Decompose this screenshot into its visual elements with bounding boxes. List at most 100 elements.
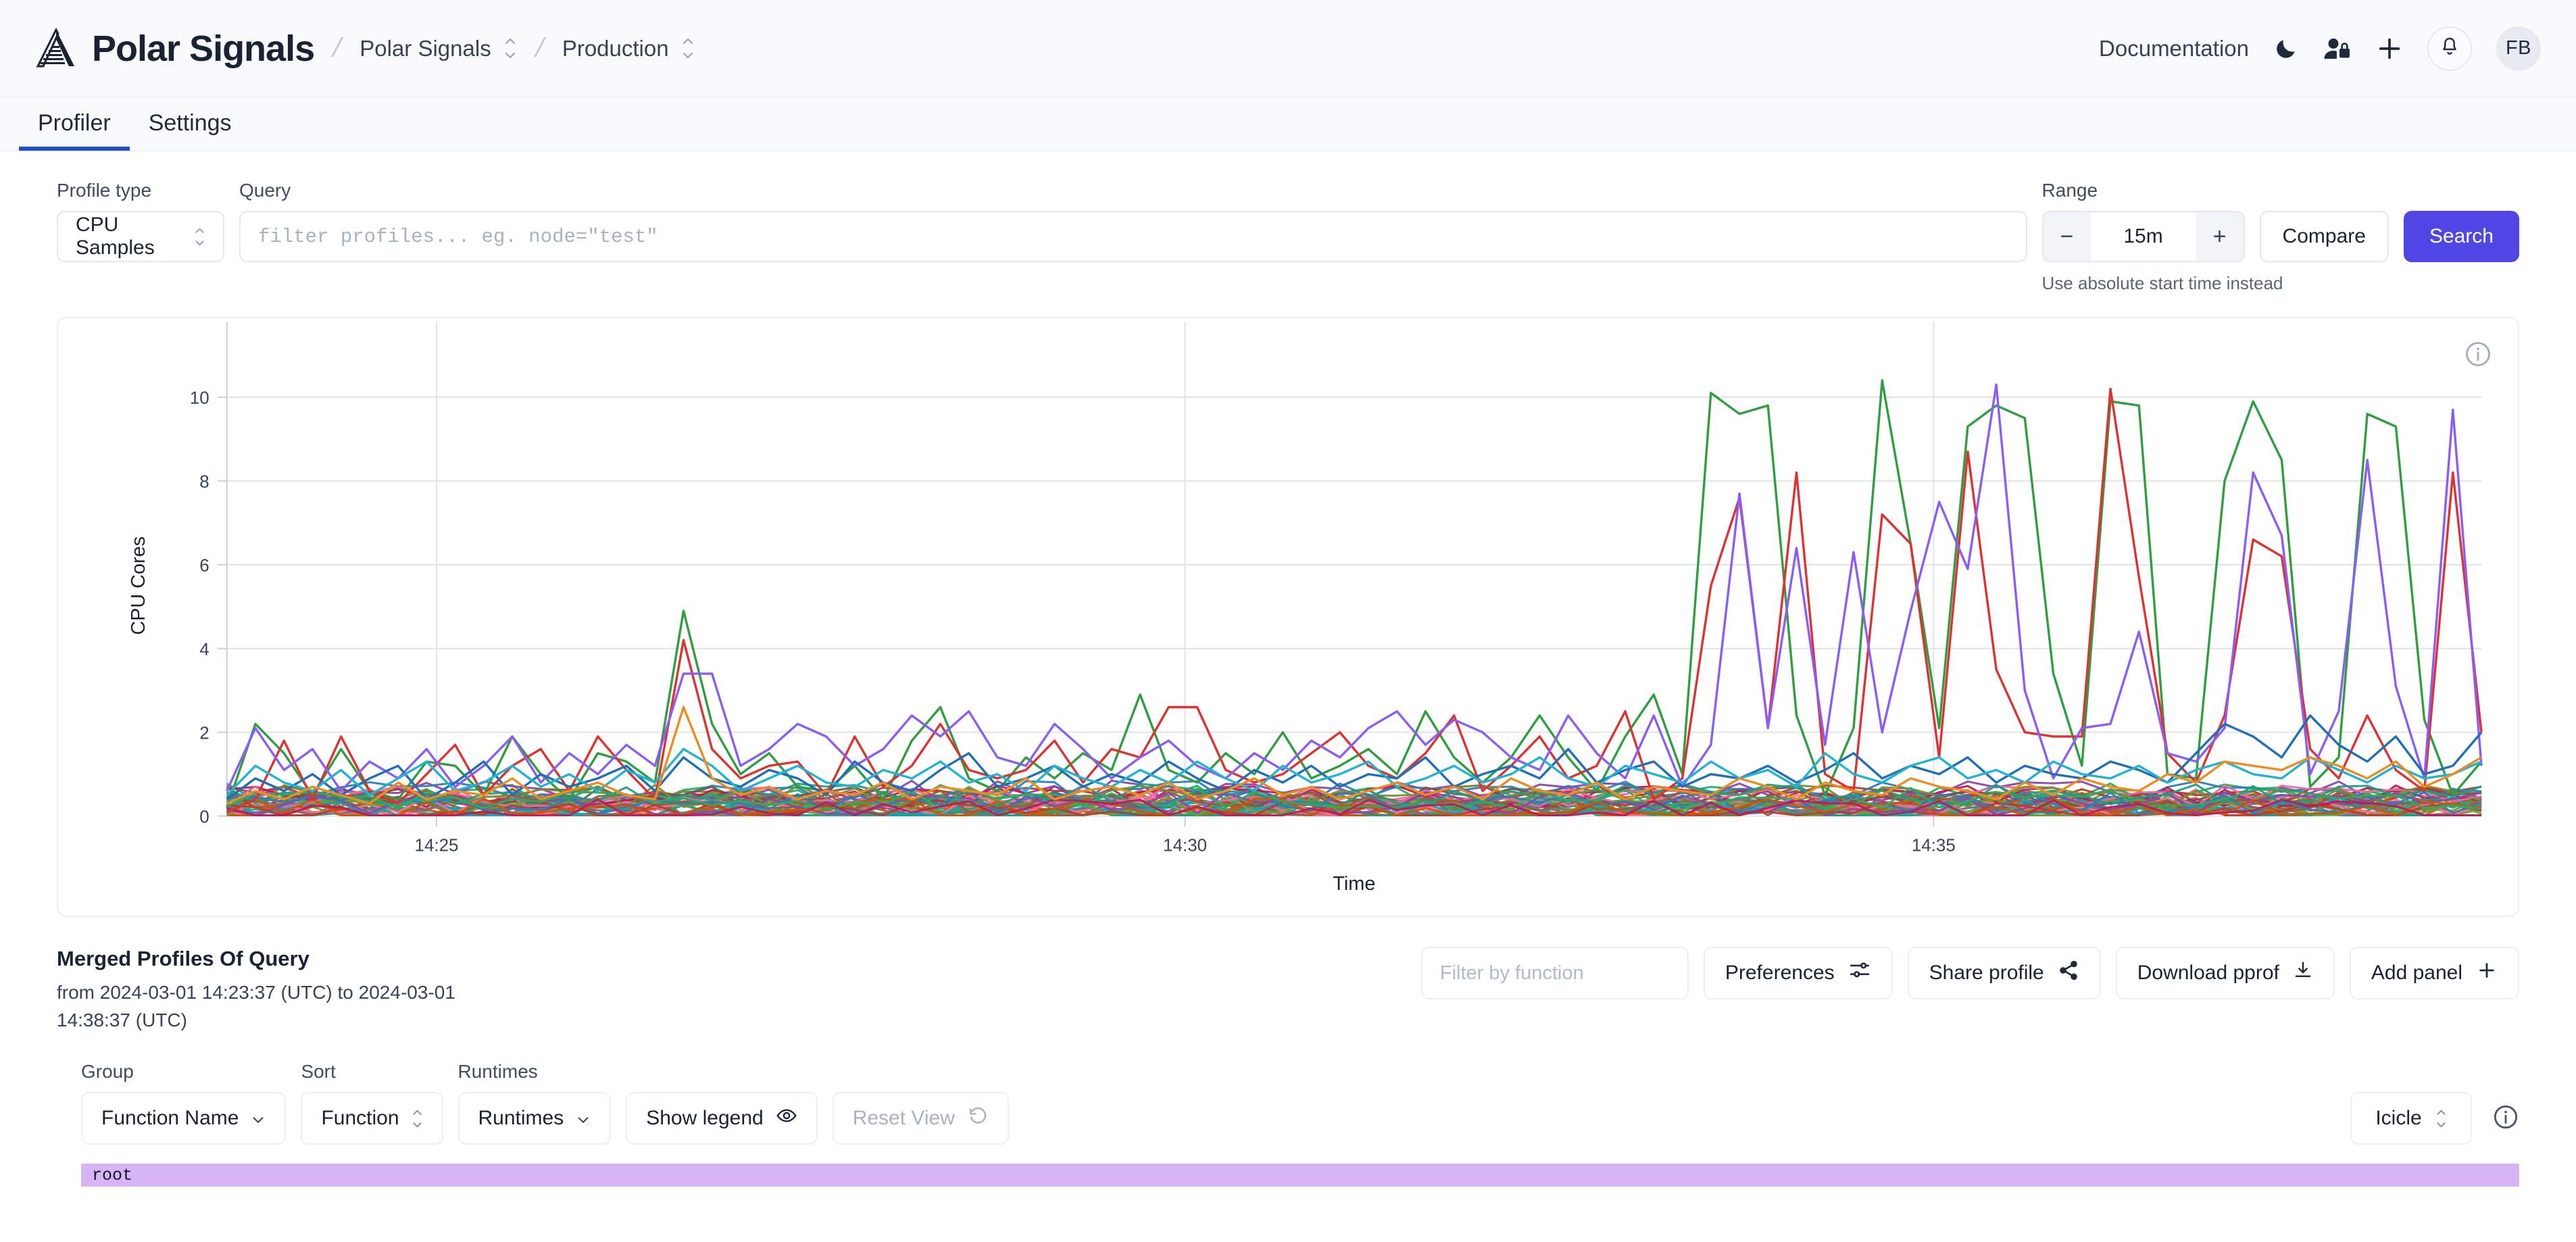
sort-select[interactable]: Function xyxy=(301,1092,443,1145)
breadcrumb-org-selector[interactable]: Polar Signals xyxy=(360,36,516,61)
chevron-updown-icon xyxy=(2435,1110,2447,1128)
tab-profiler[interactable]: Profiler xyxy=(19,111,130,151)
download-pprof-label: Download pprof xyxy=(2137,962,2279,985)
spacer-label xyxy=(626,1061,817,1083)
group-select[interactable]: Function Name xyxy=(81,1092,286,1145)
svg-text:CPU Cores: CPU Cores xyxy=(128,537,149,635)
filter-by-function-field[interactable] xyxy=(1421,947,1689,999)
breadcrumb-project-label: Production xyxy=(562,36,669,61)
view-mode-value: Icicle xyxy=(2375,1107,2421,1130)
spacer-label xyxy=(833,1061,1009,1083)
svg-text:2: 2 xyxy=(199,724,209,743)
header-actions: Documentation FB xyxy=(2099,26,2541,71)
cpu-cores-time-series-chart[interactable]: 024681014:2514:3014:35TimeCPU Cores xyxy=(58,318,2518,916)
chevron-down-icon xyxy=(576,1107,591,1130)
share-profile-label: Share profile xyxy=(1929,962,2044,985)
avatar[interactable]: FB xyxy=(2496,26,2541,71)
breadcrumb-org-label: Polar Signals xyxy=(360,36,491,61)
runtimes-select[interactable]: Runtimes xyxy=(458,1092,612,1145)
moon-icon[interactable] xyxy=(2273,36,2299,61)
sort-control: Sort Function xyxy=(301,1061,443,1145)
svg-text:8: 8 xyxy=(199,473,209,492)
profile-type-value: CPU Samples xyxy=(76,214,182,259)
preferences-button[interactable]: Preferences xyxy=(1704,947,1893,999)
add-panel-button[interactable]: Add panel xyxy=(2350,947,2519,999)
chevron-updown-icon xyxy=(681,38,695,59)
group-control: Group Function Name xyxy=(81,1061,286,1145)
filter-by-function-input[interactable] xyxy=(1422,962,1689,985)
reset-view-control: Reset View xyxy=(833,1061,1009,1145)
svg-text:10: 10 xyxy=(190,389,209,408)
tab-bar: Profiler Settings xyxy=(0,97,2576,151)
top-header: Polar Signals / Polar Signals / Producti… xyxy=(0,0,2576,97)
range-value[interactable]: 15m xyxy=(2091,212,2196,261)
reset-icon xyxy=(967,1105,989,1132)
query-label: Query xyxy=(239,180,2027,201)
view-mode-select[interactable]: Icicle xyxy=(2350,1092,2472,1145)
profile-type-label: Profile type xyxy=(57,180,224,201)
svg-text:14:35: 14:35 xyxy=(1912,836,1956,855)
sort-value: Function xyxy=(321,1107,399,1130)
svg-text:0: 0 xyxy=(199,808,209,827)
range-group: Range − 15m + Use absolute start time in… xyxy=(2042,180,2245,294)
range-stepper: − 15m + xyxy=(2042,211,2245,262)
query-input[interactable] xyxy=(239,211,2027,262)
brand[interactable]: Polar Signals xyxy=(35,28,314,70)
runtimes-value: Runtimes xyxy=(478,1107,564,1130)
show-legend-control: Show legend xyxy=(626,1061,817,1145)
sort-label: Sort xyxy=(301,1061,443,1083)
merged-profiles-title: Merged Profiles Of Query xyxy=(57,947,489,971)
range-decrease-button[interactable]: − xyxy=(2044,212,2091,261)
svg-text:Time: Time xyxy=(1333,873,1375,895)
polar-signals-logo-icon xyxy=(35,28,77,69)
breadcrumb-separator-1: / xyxy=(330,33,345,64)
chevron-down-icon xyxy=(251,1107,266,1130)
query-toolbar: Profile type CPU Samples Query Range − 1… xyxy=(0,151,2576,294)
reset-view-button[interactable]: Reset View xyxy=(833,1092,1009,1145)
spacer-label xyxy=(2260,180,2389,201)
metrics-chart-panel: 024681014:2514:3014:35TimeCPU Cores xyxy=(57,317,2519,917)
download-icon xyxy=(2293,960,2313,986)
spacer-label xyxy=(2404,180,2519,201)
breadcrumb-project-selector[interactable]: Production xyxy=(562,36,695,61)
merged-profiles-actions: Preferences Share profile Download pprof xyxy=(1421,947,2519,999)
view-mode-info-icon[interactable] xyxy=(2492,1103,2519,1134)
profile-type-group: Profile type CPU Samples xyxy=(57,180,224,262)
svg-text:14:30: 14:30 xyxy=(1163,836,1207,855)
documentation-link[interactable]: Documentation xyxy=(2099,36,2249,61)
eye-icon xyxy=(776,1105,797,1132)
add-panel-label: Add panel xyxy=(2371,962,2462,985)
brand-name: Polar Signals xyxy=(92,28,314,70)
download-pprof-button[interactable]: Download pprof xyxy=(2116,947,2335,999)
chart-info-icon[interactable] xyxy=(2464,340,2492,372)
show-legend-button[interactable]: Show legend xyxy=(626,1092,817,1145)
range-label: Range xyxy=(2042,180,2245,201)
share-profile-button[interactable]: Share profile xyxy=(1908,947,2101,999)
search-group: Search xyxy=(2404,180,2519,262)
group-value: Function Name xyxy=(101,1107,239,1130)
compare-button[interactable]: Compare xyxy=(2260,211,2389,262)
bell-icon xyxy=(2439,36,2460,61)
reset-view-label: Reset View xyxy=(853,1107,955,1130)
merged-profiles-timerange: from 2024-03-01 14:23:37 (UTC) to 2024-0… xyxy=(57,979,489,1034)
search-button[interactable]: Search xyxy=(2404,211,2519,262)
absolute-time-link[interactable]: Use absolute start time instead xyxy=(2042,273,2245,294)
flamegraph-root-node[interactable]: root xyxy=(81,1164,2519,1187)
preferences-label: Preferences xyxy=(1725,962,1835,985)
tab-settings[interactable]: Settings xyxy=(130,111,251,151)
profile-type-select[interactable]: CPU Samples xyxy=(57,211,224,262)
view-mode-controls: Icicle xyxy=(2350,1092,2519,1145)
chevron-updown-icon xyxy=(503,38,517,59)
runtimes-control: Runtimes Runtimes xyxy=(458,1061,612,1145)
svg-text:14:25: 14:25 xyxy=(415,836,459,855)
range-increase-button[interactable]: + xyxy=(2196,212,2244,261)
notifications-button[interactable] xyxy=(2427,26,2472,71)
breadcrumb-separator-2: / xyxy=(532,33,547,64)
user-lock-icon[interactable] xyxy=(2323,36,2352,61)
svg-text:4: 4 xyxy=(199,641,209,660)
sliders-icon xyxy=(1848,959,1871,987)
merged-profiles-section: Merged Profiles Of Query from 2024-03-01… xyxy=(57,947,2519,1034)
query-group: Query xyxy=(239,180,2027,262)
runtimes-label: Runtimes xyxy=(458,1061,612,1083)
plus-icon[interactable] xyxy=(2376,35,2403,62)
